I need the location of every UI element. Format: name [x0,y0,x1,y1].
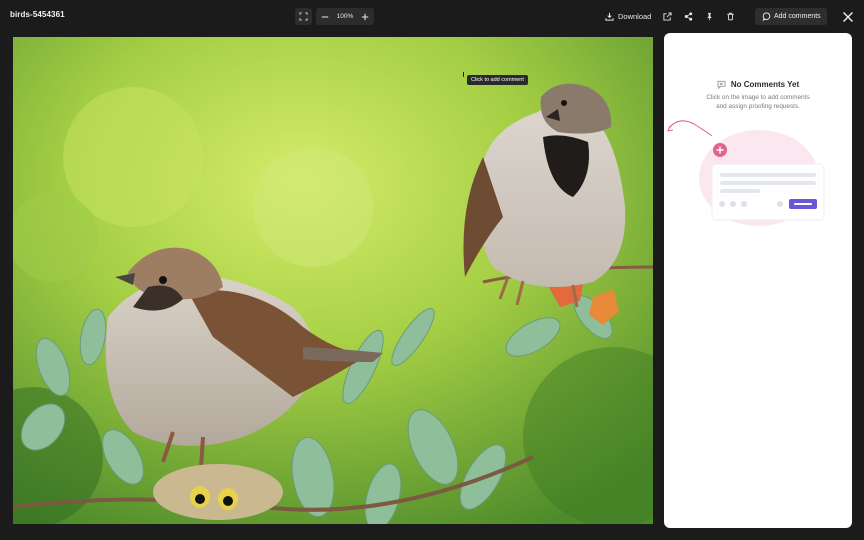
open-external-button[interactable] [662,11,673,22]
zoom-level: 100% [336,13,354,20]
zoom-controls: 100% [295,8,374,25]
share-icon [684,12,694,22]
add-comments-button[interactable]: Add comments [755,8,827,25]
close-button[interactable] [841,10,854,23]
share-button[interactable] [683,11,694,22]
trash-icon [726,12,736,22]
comments-panel: No Comments Yet Click on the image to ad… [664,33,852,528]
pin-button[interactable] [704,11,715,22]
empty-desc-line2: and assign proofing requests. [716,102,800,110]
empty-state-illustration [664,118,852,228]
image-canvas[interactable] [13,37,653,524]
file-title: birds-5454361 [10,10,65,19]
comment-icon [761,12,771,22]
empty-state-title: No Comments Yet [664,79,852,89]
top-toolbar: birds-5454361 100% Download Add comments [0,0,864,33]
zoom-in-icon[interactable] [360,12,370,22]
comment-bubble-icon [717,79,727,89]
download-icon [604,11,614,21]
empty-state-description: Click on the image to add comments and a… [684,94,832,111]
fit-screen-button[interactable] [295,8,312,25]
delete-button[interactable] [725,11,736,22]
add-comments-label: Add comments [774,13,821,20]
download-button[interactable]: Download [604,11,651,21]
fit-screen-icon [299,12,309,22]
pin-icon [705,12,715,22]
empty-title-text: No Comments Yet [730,79,800,89]
zoom-box: 100% [316,8,374,25]
add-comment-tooltip: Click to add comment [467,75,528,85]
close-icon [841,11,854,24]
download-label: Download [618,11,652,21]
zoom-out-icon[interactable] [320,12,330,22]
empty-desc-line1: Click on the image to add comments [706,94,810,101]
open-external-icon [663,12,673,22]
